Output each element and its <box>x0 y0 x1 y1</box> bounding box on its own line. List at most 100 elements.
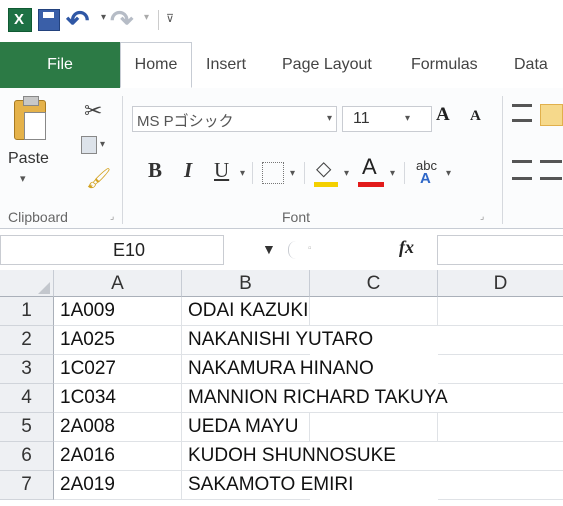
formula-bar-grip-dot: ▫ <box>308 243 312 254</box>
font-size-value: 11 <box>353 110 370 127</box>
font-launcher-icon[interactable]: ⌟ <box>480 211 484 222</box>
align-middle-icon[interactable] <box>540 104 563 126</box>
group-divider <box>122 96 123 224</box>
grow-font-button[interactable]: A <box>436 104 450 126</box>
row-header[interactable]: 4 <box>0 384 54 413</box>
borders-dropdown-icon[interactable]: ▾ <box>290 168 295 179</box>
underline-dropdown-icon[interactable]: ▾ <box>240 168 245 179</box>
table-cell[interactable]: NAKAMURA HINANO <box>182 355 374 384</box>
paste-sheet-icon <box>24 112 46 140</box>
font-size-dropdown-icon[interactable]: ▾ <box>405 113 410 124</box>
tab-data[interactable]: Data <box>514 42 548 88</box>
group-divider <box>502 96 503 224</box>
align-left-icon[interactable] <box>512 160 532 180</box>
table-cell[interactable] <box>438 442 563 471</box>
phonetic-dropdown-icon[interactable]: ▾ <box>446 168 451 179</box>
tab-formulas[interactable]: Formulas <box>411 42 478 88</box>
table-cell[interactable]: KUDOH SHUNNOSUKE <box>182 442 438 471</box>
fill-color-dropdown-icon[interactable]: ▾ <box>344 168 349 179</box>
divider <box>404 162 405 184</box>
clipboard-launcher-icon[interactable]: ⌟ <box>110 211 114 222</box>
formula-bar-grip <box>288 241 305 259</box>
name-box-dropdown-icon[interactable]: ▼ <box>262 241 276 257</box>
fill-color-swatch <box>314 182 338 187</box>
table-cell[interactable] <box>438 326 563 355</box>
table-cell[interactable] <box>310 297 438 326</box>
column-header-c[interactable]: C <box>310 270 438 297</box>
tab-home[interactable]: Home <box>120 42 192 88</box>
table-cell[interactable] <box>438 297 563 326</box>
table-cell[interactable]: 2A008 <box>54 413 182 442</box>
tab-file[interactable]: File <box>0 42 120 88</box>
font-color-swatch <box>358 182 384 187</box>
paste-dropdown-icon[interactable]: ▾ <box>20 172 26 185</box>
table-cell[interactable]: 1A025 <box>54 326 182 355</box>
align-center-icon[interactable] <box>540 160 562 180</box>
name-box[interactable]: E10 <box>0 235 224 265</box>
format-painter-icon[interactable]: 🖌 <box>86 166 111 191</box>
table-cell[interactable]: MANNION RICHARD TAKUYA <box>182 384 563 413</box>
fill-color-icon[interactable]: ◇ <box>316 156 331 181</box>
quick-access-toolbar: ↶ ▾ ↷ ▾ ⊽ <box>0 0 563 42</box>
redo-dropdown-icon[interactable]: ▾ <box>144 12 149 23</box>
row-header[interactable]: 7 <box>0 471 54 500</box>
paste-button[interactable]: Paste <box>8 150 49 168</box>
italic-button[interactable]: I <box>184 158 192 183</box>
tab-insert[interactable]: Insert <box>206 42 246 88</box>
undo-dropdown-icon[interactable]: ▾ <box>101 12 106 23</box>
table-cell[interactable]: SAKAMOTO EMIRI <box>182 471 353 500</box>
table-cell[interactable] <box>310 413 438 442</box>
row-header[interactable]: 5 <box>0 413 54 442</box>
select-all-corner[interactable] <box>0 270 54 297</box>
formula-bar: E10 ▼ ▫ fx <box>0 229 563 271</box>
table-cell[interactable] <box>438 355 563 384</box>
column-header-a[interactable]: A <box>54 270 182 297</box>
formula-input[interactable] <box>437 235 563 265</box>
font-name-combobox[interactable]: MS Pゴシック ▾ <box>132 106 337 132</box>
phonetic-guide-mark: A <box>420 170 431 187</box>
table-cell[interactable]: 1A009 <box>54 297 182 326</box>
font-color-dropdown-icon[interactable]: ▾ <box>390 168 395 179</box>
font-color-icon[interactable]: A <box>362 154 377 180</box>
ribbon-tabs: File Home Insert Page Layout Formulas Da… <box>0 42 563 89</box>
tab-page-layout[interactable]: Page Layout <box>282 42 372 88</box>
name-box-value: E10 <box>113 240 146 260</box>
table-cell[interactable]: NAKANISHI YUTARO <box>182 326 373 355</box>
table-cell[interactable]: 2A016 <box>54 442 182 471</box>
insert-function-button[interactable]: fx <box>399 237 414 258</box>
row-header[interactable]: 6 <box>0 442 54 471</box>
undo-icon[interactable]: ↶ <box>66 4 89 37</box>
column-header-b[interactable]: B <box>182 270 310 297</box>
shrink-font-button[interactable]: A <box>470 108 481 125</box>
borders-icon[interactable] <box>262 162 284 184</box>
spreadsheet-grid: A B C D 1 1A009 ODAI KAZUKI 2 1A025 NAKA… <box>0 270 563 506</box>
customize-toolbar-icon[interactable]: ⊽ <box>166 12 174 25</box>
copy-dropdown-icon[interactable]: ▾ <box>100 139 105 150</box>
font-group-label: Font <box>282 209 311 225</box>
save-icon[interactable] <box>38 9 60 31</box>
excel-logo-icon[interactable] <box>8 8 32 32</box>
toolbar-divider <box>158 10 159 30</box>
redo-icon[interactable]: ↷ <box>110 4 133 37</box>
font-name-dropdown-icon[interactable]: ▾ <box>327 113 332 124</box>
font-size-combobox[interactable]: 11 ▾ <box>342 106 432 132</box>
table-cell[interactable]: 2A019 <box>54 471 182 500</box>
row-header[interactable]: 3 <box>0 355 54 384</box>
copy-icon[interactable] <box>81 136 97 154</box>
table-cell[interactable]: UEDA MAYU <box>182 413 310 442</box>
table-cell[interactable]: 1C027 <box>54 355 182 384</box>
table-cell[interactable] <box>438 413 563 442</box>
row-header[interactable]: 2 <box>0 326 54 355</box>
column-header-d[interactable]: D <box>438 270 563 297</box>
bold-button[interactable]: B <box>148 158 162 183</box>
underline-button[interactable]: U <box>214 158 229 183</box>
table-cell[interactable]: 1C034 <box>54 384 182 413</box>
table-cell[interactable] <box>438 471 563 500</box>
divider <box>304 162 305 184</box>
align-top-icon[interactable] <box>512 104 532 122</box>
cut-icon[interactable]: ✂ <box>84 98 102 124</box>
font-name-value: MS Pゴシック <box>137 113 234 130</box>
divider <box>252 162 253 184</box>
table-cell[interactable]: ODAI KAZUKI <box>182 297 310 326</box>
row-header[interactable]: 1 <box>0 297 54 326</box>
